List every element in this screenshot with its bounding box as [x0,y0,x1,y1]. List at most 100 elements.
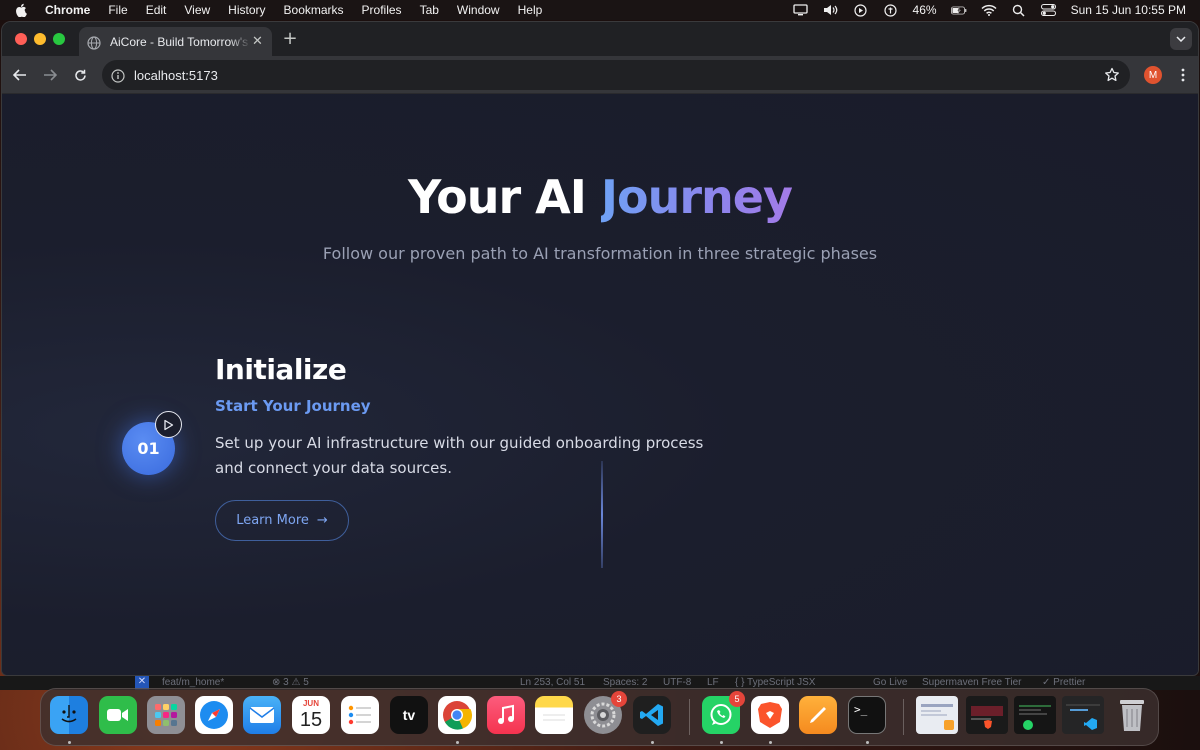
close-tab-icon[interactable]: ✕ [251,34,264,49]
learn-more-label: Learn More [236,513,309,528]
now-playing-icon[interactable] [853,3,869,17]
browser-tab-active[interactable]: AiCore - Build Tomorrow's Intelligence ✕ [79,27,272,56]
calendar-month: JUN [302,699,319,708]
music-icon[interactable] [487,696,525,734]
calendar-day: 15 [299,709,323,731]
menu-profiles[interactable]: Profiles [362,3,402,17]
forward-arrow-icon[interactable] [41,66,59,84]
file-encoding[interactable]: UTF-8 [663,677,691,688]
terminal-prompt: >_ [854,703,868,716]
close-window-button[interactable] [15,33,27,45]
notes-icon[interactable] [535,696,573,734]
site-info-icon[interactable] [111,68,125,83]
menu-tab[interactable]: Tab [420,3,439,17]
language-mode[interactable]: { } TypeScript JSX [735,677,815,688]
new-tab-icon[interactable]: + [281,28,299,49]
menu-window[interactable]: Window [457,3,500,17]
tab-title: AiCore - Build Tomorrow's Intelligence [110,34,251,49]
supermaven-status[interactable]: Supermaven Free Tier [922,677,1022,688]
menu-edit[interactable]: Edit [146,3,167,17]
browser-window: AiCore - Build Tomorrow's Intelligence ✕… [1,21,1199,676]
battery-percent: 46% [912,3,937,17]
title-part1: Your AI [408,170,601,224]
menu-view[interactable]: View [184,3,210,17]
accessibility-icon[interactable] [883,3,899,17]
apple-tv-icon[interactable]: tv [390,696,428,734]
facetime-icon[interactable] [99,696,137,734]
web-page: Your AI Journey Follow our proven path t… [2,94,1198,675]
cursor-position[interactable]: Ln 253, Col 51 [520,677,585,688]
tab-strip: AiCore - Build Tomorrow's Intelligence ✕… [2,22,1198,56]
menu-bar: Chrome File Edit View History Bookmarks … [0,0,1200,20]
step-description: Set up your AI infrastructure with our g… [215,434,704,477]
timeline-connector [601,461,603,568]
go-live[interactable]: Go Live [873,677,907,688]
menu-help[interactable]: Help [518,3,543,17]
minimized-window-thumbnail[interactable] [1062,696,1104,734]
tv-label: tv [402,707,416,723]
minimized-window-thumbnail[interactable] [916,696,958,734]
step-subtitle: Start Your Journey [215,397,371,415]
pages-icon[interactable] [799,696,837,734]
dock-running-indicator [769,741,772,744]
wifi-icon[interactable] [981,3,997,17]
minimized-window-thumbnail[interactable] [1014,696,1056,734]
dock-separator [903,699,904,735]
arrow-right-icon: → [316,513,328,528]
play-icon[interactable] [155,411,182,438]
reminders-icon[interactable] [341,696,379,734]
spotlight-search-icon[interactable] [1011,3,1027,17]
mail-icon[interactable] [243,696,281,734]
whatsapp-icon[interactable]: 5 [702,691,745,734]
finder-icon[interactable] [50,696,88,734]
display-icon[interactable] [793,3,809,17]
menu-file[interactable]: File [108,3,127,17]
apple-menu-icon[interactable] [15,3,31,17]
title-accent: Journey [600,170,793,224]
vscode-icon[interactable] [633,696,671,734]
page-subtitle: Follow our proven path to AI transformat… [322,244,878,263]
profile-avatar[interactable]: M [1144,66,1162,84]
globe-icon [87,35,101,50]
minimized-window-thumbnail[interactable] [966,696,1008,734]
problems-count[interactable]: ⊗ 3 ⚠ 5 [272,677,309,688]
dock-running-indicator [866,741,869,744]
minimize-window-button[interactable] [34,33,46,45]
git-branch[interactable]: feat/m_home* [162,677,224,688]
menu-app-name[interactable]: Chrome [45,3,90,17]
system-settings-icon[interactable]: 3 [584,691,627,734]
learn-more-button[interactable]: Learn More → [215,500,349,541]
trash-icon[interactable] [1113,696,1151,734]
reload-icon[interactable] [71,66,89,84]
battery-icon[interactable] [950,3,967,17]
dock: JUN 15 tv 3 5 >_ [40,688,1159,746]
brave-icon[interactable] [751,696,789,734]
tab-search-chevron-icon[interactable] [1170,28,1192,50]
calendar-icon[interactable]: JUN 15 [292,696,330,734]
menu-bookmarks[interactable]: Bookmarks [284,3,344,17]
step-title: Initialize [215,353,347,386]
safari-icon[interactable] [195,696,233,734]
clock-datetime[interactable]: Sun 15 Jun 10:55 PM [1071,3,1186,17]
menu-history[interactable]: History [228,3,265,17]
page-title: Your AI Journey [2,170,1198,224]
fullscreen-window-button[interactable] [53,33,65,45]
indent-spaces[interactable]: Spaces: 2 [603,677,647,688]
line-endings[interactable]: LF [707,677,719,688]
more-menu-icon[interactable] [1174,66,1192,84]
prettier-status[interactable]: ✓ Prettier [1042,677,1085,688]
dock-running-indicator [651,741,654,744]
control-center-icon[interactable] [1041,3,1057,17]
bookmark-star-icon[interactable] [1104,67,1120,83]
address-bar[interactable]: localhost:5173 [102,60,1130,90]
browser-toolbar: localhost:5173 M [2,56,1198,94]
dock-running-indicator [720,741,723,744]
terminal-icon[interactable]: >_ [848,696,886,734]
volume-icon[interactable] [823,3,839,17]
back-arrow-icon[interactable] [11,66,29,84]
chrome-icon[interactable] [438,696,476,734]
launchpad-icon[interactable] [147,696,185,734]
dock-running-indicator [68,741,71,744]
dock-running-indicator [456,741,459,744]
address-url[interactable]: localhost:5173 [134,68,218,83]
